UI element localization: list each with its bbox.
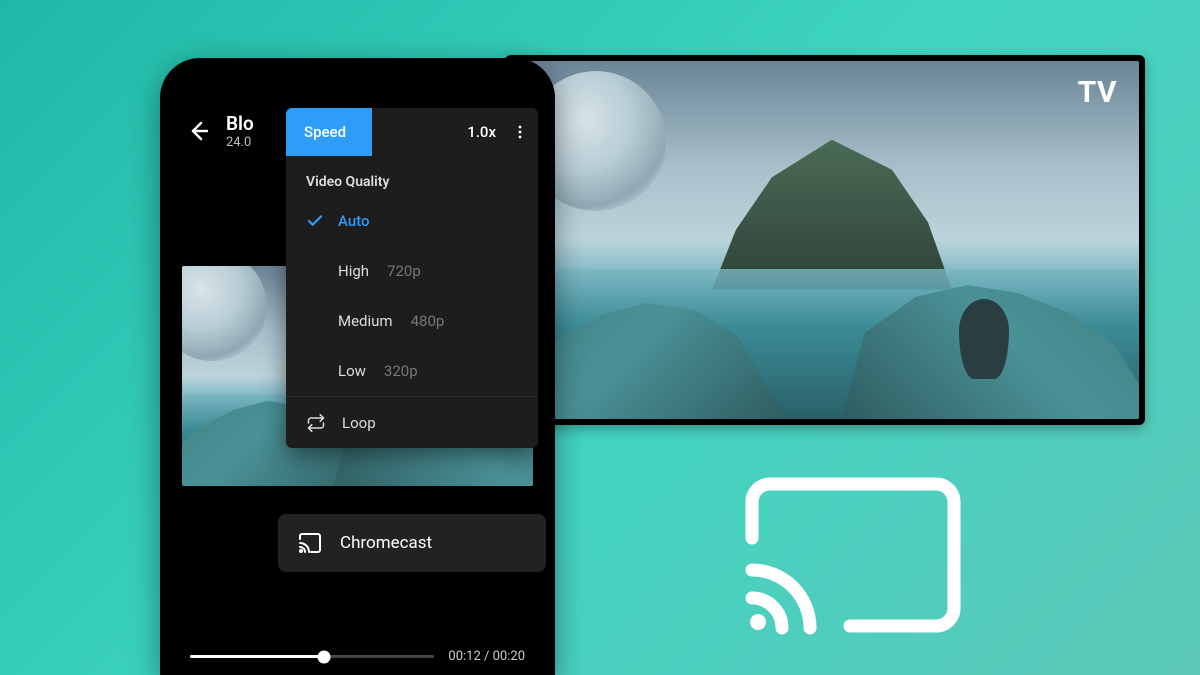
loop-row[interactable]: Loop: [286, 396, 538, 448]
quality-option-medium[interactable]: Medium 480p: [286, 296, 538, 346]
video-quality-label: Video Quality: [286, 156, 538, 196]
phone-screen: Blo 24.0 Speed 1.0x: [168, 66, 547, 675]
speed-row[interactable]: Speed 1.0x: [286, 108, 538, 156]
header-text: Blo 24.0: [226, 112, 254, 150]
loop-icon: [306, 413, 326, 433]
back-icon[interactable]: [186, 119, 210, 143]
video-subtitle: 24.0: [226, 135, 254, 150]
seek-fill: [190, 655, 324, 658]
tv-screen: TV: [511, 61, 1139, 419]
quality-option-label: Medium: [338, 312, 393, 330]
phone-frame: Blo 24.0 Speed 1.0x: [160, 58, 555, 675]
time-readout: 00:12 / 00:20: [448, 649, 525, 664]
speed-tab[interactable]: Speed: [286, 108, 372, 156]
settings-menu[interactable]: Speed 1.0x Video Quality Auto High: [286, 108, 538, 448]
cast-icon: [298, 531, 322, 555]
check-icon: [306, 212, 324, 230]
chromecast-row[interactable]: Chromecast: [278, 514, 546, 572]
seek-bar[interactable]: [190, 655, 434, 658]
scene-figure: [959, 299, 1009, 379]
progress-bar[interactable]: 00:12 / 00:20: [190, 649, 525, 664]
quality-option-sub: 720p: [387, 262, 421, 280]
more-icon[interactable]: [502, 124, 538, 140]
cast-promo-icon: [738, 470, 968, 640]
quality-option-sub: 480p: [411, 312, 445, 330]
promo-canvas: TV Blo 24.0: [0, 0, 1200, 675]
quality-option-sub: 320p: [384, 362, 418, 380]
quality-option-high[interactable]: High 720p: [286, 246, 538, 296]
quality-option-label: Auto: [338, 212, 370, 230]
quality-option-label: High: [338, 262, 369, 280]
quality-option-auto[interactable]: Auto: [286, 196, 538, 246]
speed-value: 1.0x: [372, 123, 502, 141]
quality-option-label: Low: [338, 362, 366, 380]
video-title: Blo: [226, 112, 254, 135]
seek-thumb[interactable]: [318, 650, 331, 663]
tv-frame: TV: [505, 55, 1145, 425]
tv-label: TV: [1078, 75, 1117, 110]
quality-option-low[interactable]: Low 320p: [286, 346, 538, 396]
loop-label: Loop: [342, 414, 376, 432]
chromecast-label: Chromecast: [340, 533, 432, 553]
